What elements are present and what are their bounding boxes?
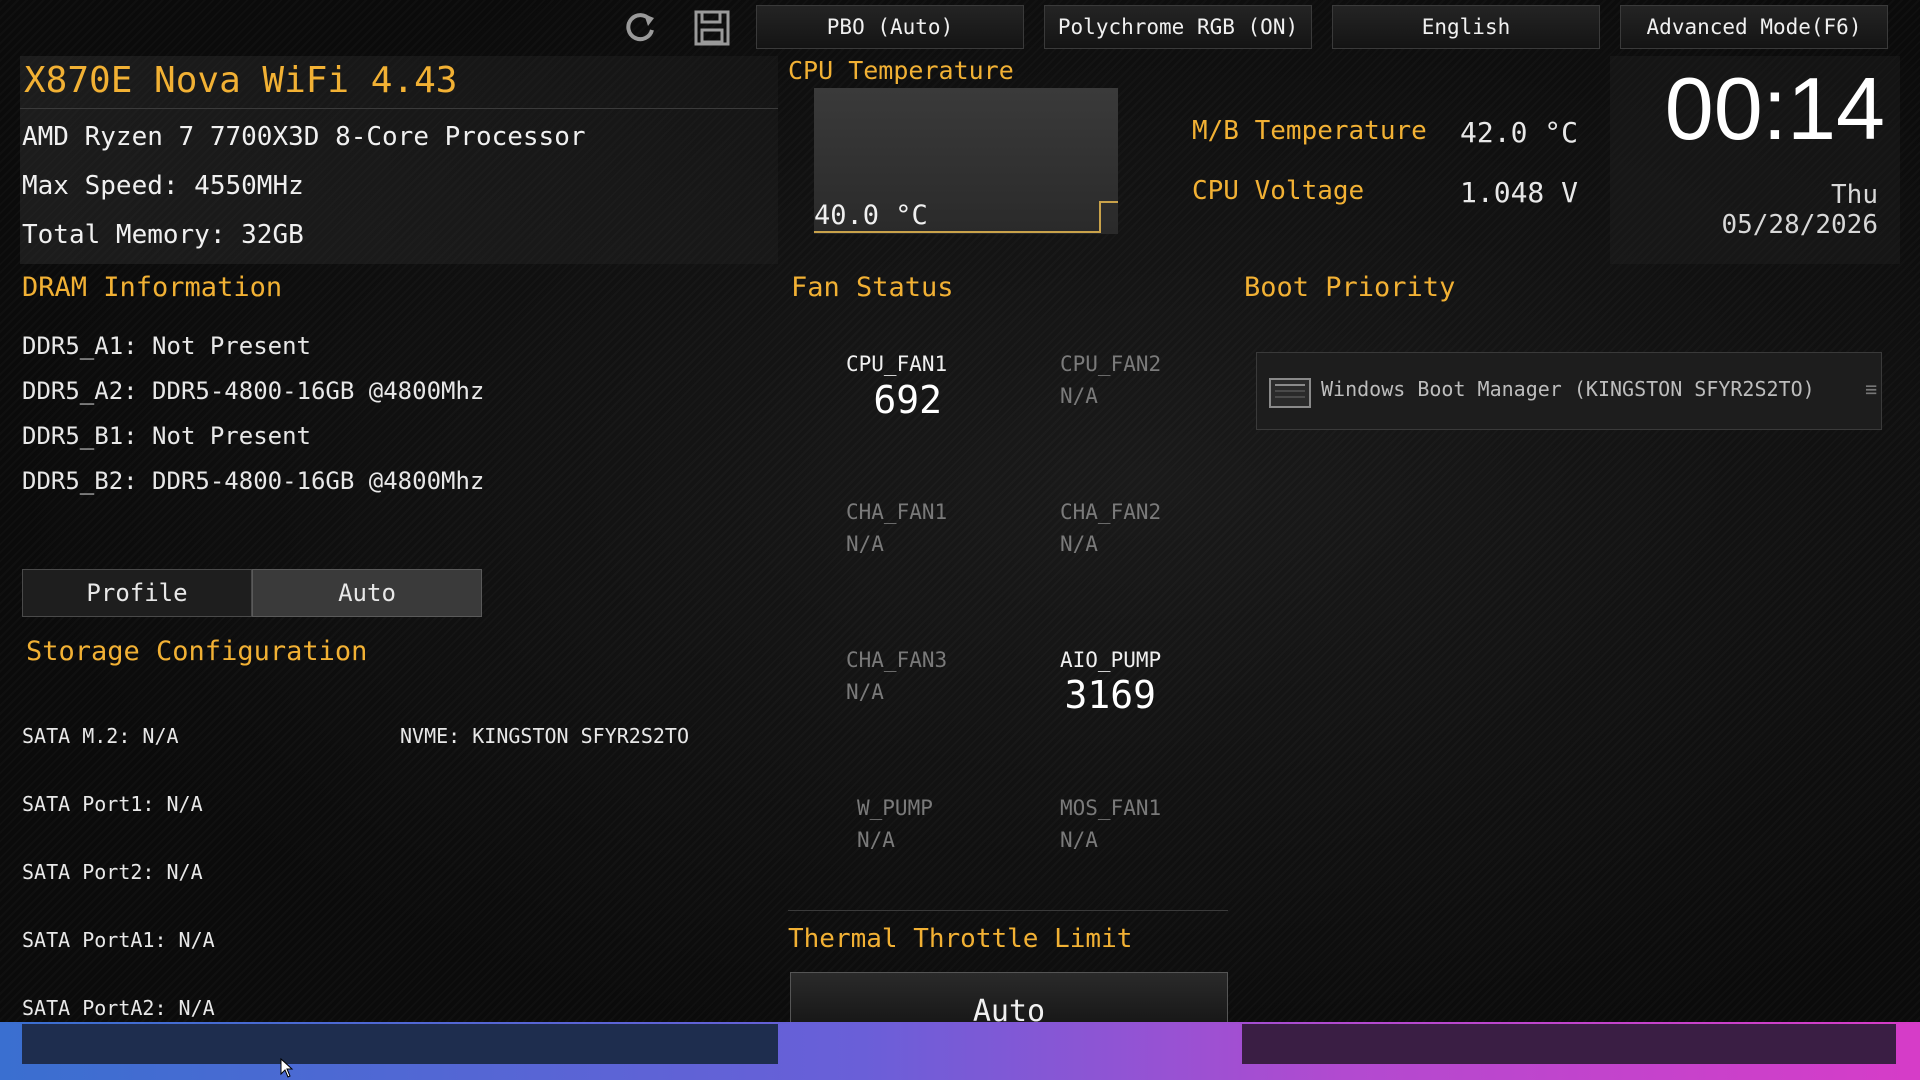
- refresh-icon[interactable]: [620, 8, 660, 48]
- floppy-disk-icon[interactable]: [692, 8, 732, 48]
- mos-fan1-label: MOS_FAN1: [1060, 796, 1162, 820]
- max-speed: Max Speed: 4550MHz: [22, 171, 304, 201]
- cpu-fan1-label: CPU_FAN1: [846, 352, 948, 376]
- profile-label-segment[interactable]: Profile: [22, 569, 252, 617]
- mb-temperature-label: M/B Temperature: [1192, 116, 1427, 146]
- aio-pump-value: 3169: [1064, 673, 1156, 717]
- clock-time: 00:14: [1664, 59, 1885, 158]
- cpu-fan2-label: CPU_FAN2: [1060, 352, 1162, 376]
- clock-date: Thu 05/28/2026: [1721, 180, 1878, 240]
- dram-slot-b2: DDR5_B2: DDR5-4800-16GB @4800Mhz: [22, 467, 485, 495]
- polychrome-rgb-button[interactable]: Polychrome RGB (ON): [1044, 5, 1312, 49]
- sata-m2: SATA M.2: N/A: [22, 724, 179, 748]
- divider: [788, 910, 1228, 911]
- cpu-voltage-label: CPU Voltage: [1192, 176, 1365, 206]
- w-pump-value: N/A: [857, 828, 895, 852]
- cha-fan3-value: N/A: [846, 680, 884, 704]
- divider: [20, 108, 778, 109]
- dram-slot-b1: DDR5_B1: Not Present: [22, 422, 311, 450]
- storage-footer-panel: [22, 1024, 778, 1064]
- boot-item[interactable]: Windows Boot Manager (KINGSTON SFYR2S2TO…: [1256, 352, 1882, 430]
- sata-port2: SATA Port2: N/A: [22, 860, 203, 884]
- boot-footer-panel: [1242, 1024, 1896, 1064]
- profile-auto-segment[interactable]: Auto: [252, 569, 482, 617]
- cha-fan1-label: CHA_FAN1: [846, 500, 948, 524]
- cpu-fan2-value: N/A: [1060, 384, 1098, 408]
- dram-slot-a2: DDR5_A2: DDR5-4800-16GB @4800Mhz: [22, 377, 485, 405]
- sata-porta1: SATA PortA1: N/A: [22, 928, 215, 952]
- aio-pump-label: AIO_PUMP: [1060, 648, 1162, 672]
- cpu-fan1-value: 692: [873, 378, 942, 422]
- cha-fan1-value: N/A: [846, 532, 884, 556]
- thermal-throttle-title: Thermal Throttle Limit: [788, 924, 1133, 954]
- boot-priority-title: Boot Priority: [1244, 272, 1456, 303]
- cpu-temperature-title: CPU Temperature: [788, 56, 1014, 85]
- sata-porta2: SATA PortA2: N/A: [22, 996, 215, 1020]
- cpu-temperature-graph: 40.0 °C: [814, 88, 1118, 234]
- language-button[interactable]: English: [1332, 5, 1600, 49]
- pbo-button[interactable]: PBO (Auto): [756, 5, 1024, 49]
- drag-handle-icon[interactable]: ≡: [1865, 377, 1877, 401]
- fan-status-title: Fan Status: [791, 272, 954, 303]
- cha-fan2-value: N/A: [1060, 532, 1098, 556]
- mos-fan1-value: N/A: [1060, 828, 1098, 852]
- mouse-cursor-icon: [280, 1058, 294, 1078]
- advanced-mode-button[interactable]: Advanced Mode(F6): [1620, 5, 1888, 49]
- dram-title: DRAM Information: [22, 272, 283, 303]
- sata-port1: SATA Port1: N/A: [22, 792, 203, 816]
- w-pump-label: W_PUMP: [857, 796, 933, 820]
- cpu-name: AMD Ryzen 7 7700X3D 8-Core Processor: [22, 122, 586, 152]
- drive-icon: [1269, 378, 1311, 408]
- storage-title: Storage Configuration: [26, 636, 368, 667]
- total-memory: Total Memory: 32GB: [22, 220, 304, 250]
- boot-item-label: Windows Boot Manager (KINGSTON SFYR2S2TO…: [1321, 377, 1815, 401]
- nvme-drive: NVME: KINGSTON SFYR2S2TO: [400, 724, 689, 748]
- dram-slot-a1: DDR5_A1: Not Present: [22, 332, 311, 360]
- cha-fan3-label: CHA_FAN3: [846, 648, 948, 672]
- board-title: X870E Nova WiFi 4.43: [24, 60, 458, 101]
- mb-temperature-value: 42.0 °C: [1460, 116, 1579, 149]
- cha-fan2-label: CHA_FAN2: [1060, 500, 1162, 524]
- cpu-temperature-value: 40.0 °C: [814, 200, 928, 231]
- cpu-voltage-value: 1.048 V: [1460, 176, 1579, 209]
